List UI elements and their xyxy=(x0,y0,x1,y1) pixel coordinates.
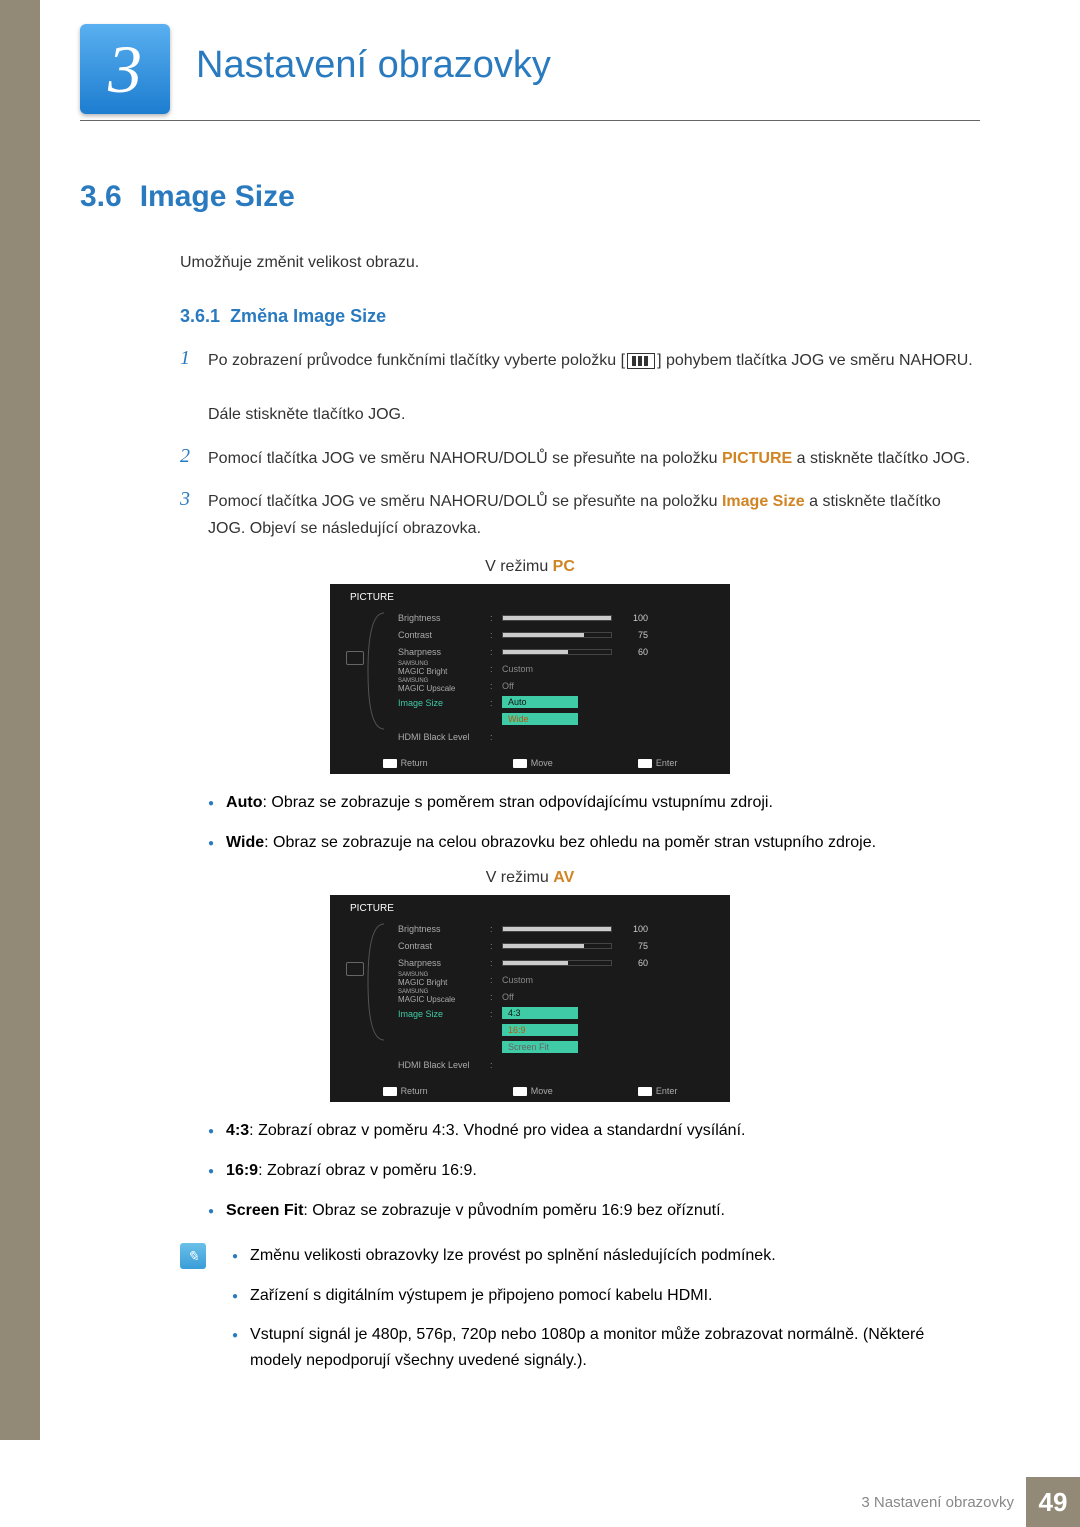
step-3: 3 Pomocí tlačítka JOG ve směru NAHORU/DO… xyxy=(180,488,980,542)
note-box: ✎ ●Změnu velikosti obrazovky lze provést… xyxy=(180,1243,980,1387)
page: 3 Nastavení obrazovky 3.6 Image Size Umo… xyxy=(0,0,1080,1527)
section-description: Umožňuje změnit velikost obrazu. xyxy=(180,254,980,272)
osd-source-icon xyxy=(346,651,364,665)
step-1: 1 Po zobrazení průvodce funkčními tlačít… xyxy=(180,347,980,429)
menu-icon xyxy=(627,353,655,369)
return-key-icon xyxy=(383,1087,397,1096)
step-text: Pomocí tlačítka JOG ve směru NAHORU/DOLŮ… xyxy=(208,488,980,542)
osd-bracket xyxy=(366,611,390,731)
osd-row-contrast: Contrast:75 xyxy=(398,626,720,643)
subsection-heading: 3.6.1 Změna Image Size xyxy=(180,306,980,327)
osd-panel-pc: PICTURE Brightness:100 Contrast:75 Sharp… xyxy=(330,584,730,774)
return-key-icon xyxy=(383,759,397,768)
section-number: 3.6 xyxy=(80,180,122,214)
mode-label-pc: V režimu PC xyxy=(80,558,980,576)
move-key-icon xyxy=(513,759,527,768)
divider xyxy=(80,120,980,121)
move-key-icon xyxy=(513,1087,527,1096)
bullets-pc: ●Auto: Obraz se zobrazuje s poměrem stra… xyxy=(208,790,980,855)
osd-title: PICTURE xyxy=(350,592,720,603)
note-icon: ✎ xyxy=(180,1243,206,1269)
osd-row-magic-bright: SAMSUNGMAGIC Bright:Custom xyxy=(398,660,720,677)
osd-footer: Return Move Enter xyxy=(340,753,720,768)
enter-key-icon xyxy=(638,759,652,768)
step-number: 2 xyxy=(180,445,208,472)
section-heading: 3.6 Image Size xyxy=(80,180,980,214)
step-number: 1 xyxy=(180,347,208,429)
chapter-badge: 3 xyxy=(80,24,170,114)
osd-title: PICTURE xyxy=(350,903,720,914)
chapter-title: Nastavení obrazovky xyxy=(196,44,551,87)
footer-text: 3 Nastavení obrazovky xyxy=(861,1494,1014,1511)
osd-row-image-size-opt: Wide xyxy=(398,711,720,728)
step-text: Pomocí tlačítka JOG ve směru NAHORU/DOLŮ… xyxy=(208,445,970,472)
osd-bracket xyxy=(366,922,390,1042)
content: 3.6 Image Size Umožňuje změnit velikost … xyxy=(80,180,980,1387)
steps: 1 Po zobrazení průvodce funkčními tlačít… xyxy=(180,347,980,542)
chapter-number: 3 xyxy=(108,30,142,109)
osd-row-brightness: Brightness:100 xyxy=(398,609,720,626)
section-title: Image Size xyxy=(140,180,295,214)
step-text: Po zobrazení průvodce funkčními tlačítky… xyxy=(208,347,973,429)
osd-row-sharpness: Sharpness:60 xyxy=(398,643,720,660)
page-footer: 3 Nastavení obrazovky 49 xyxy=(0,1477,1080,1527)
enter-key-icon xyxy=(638,1087,652,1096)
osd-row-magic-upscale: SAMSUNGMAGIC Upscale:Off xyxy=(398,677,720,694)
osd-source-icon xyxy=(346,962,364,976)
page-number: 49 xyxy=(1026,1477,1080,1527)
osd-row-image-size: Image Size:Auto xyxy=(398,694,720,711)
step-number: 3 xyxy=(180,488,208,542)
step-2: 2 Pomocí tlačítka JOG ve směru NAHORU/DO… xyxy=(180,445,980,472)
left-sidebar-strip xyxy=(0,0,40,1440)
bullets-av: ●4:3: Zobrazí obraz v poměru 4:3. Vhodné… xyxy=(208,1118,980,1223)
osd-row-hdmi: HDMI Black Level: xyxy=(398,728,720,745)
mode-label-av: V režimu AV xyxy=(80,869,980,887)
osd-panel-av: PICTURE Brightness:100 Contrast:75 Sharp… xyxy=(330,895,730,1102)
